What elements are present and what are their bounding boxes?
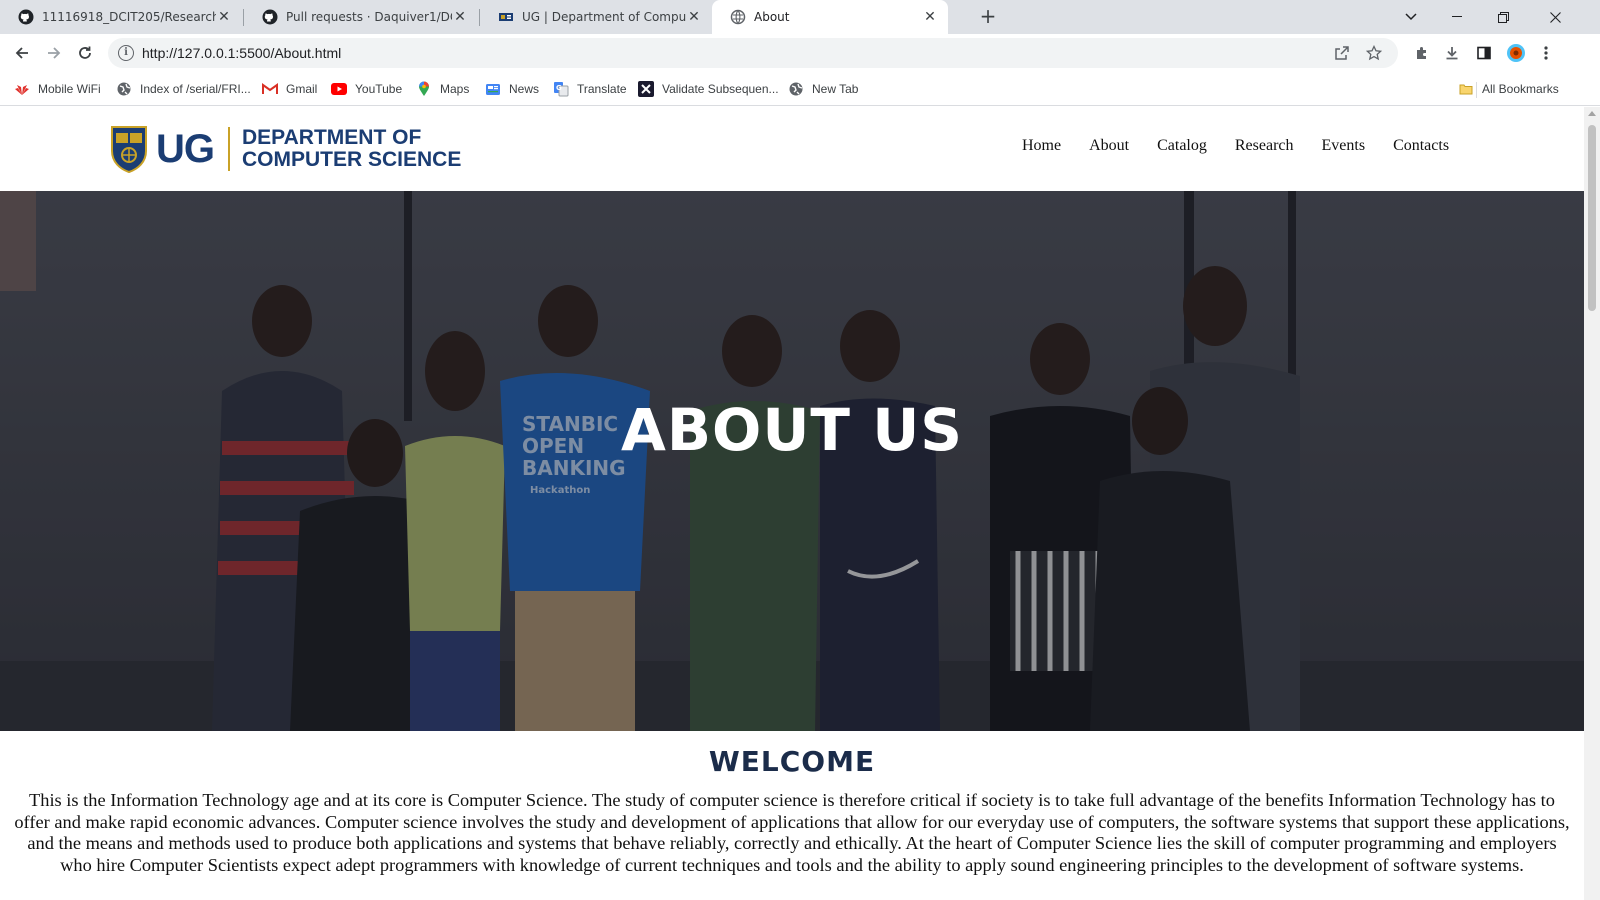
bookmark-gmail[interactable]: Gmail (262, 80, 317, 98)
reload-button[interactable] (71, 39, 99, 67)
tab-title: 11116918_DCIT205/Research.css (42, 10, 216, 24)
bookmark-translate[interactable]: G Translate (553, 80, 627, 98)
gmail-icon (262, 81, 278, 97)
translate-icon: G (553, 81, 569, 97)
ug-crest-icon (111, 126, 147, 173)
all-bookmarks-folder[interactable]: All Bookmarks (1458, 80, 1559, 98)
minimize-button[interactable] (1434, 0, 1480, 34)
huawei-icon (14, 81, 30, 97)
bookmark-index-serial[interactable]: Index of /serial/FRI... (116, 80, 251, 98)
url-text[interactable]: http://127.0.0.1:5500/About.html (142, 45, 341, 61)
new-tab-button[interactable]: + (976, 5, 1000, 29)
main-nav: Home About Catalog Research Events Conta… (994, 137, 1449, 155)
github-icon (262, 9, 278, 25)
site-logo[interactable]: UG DEPARTMENT OF COMPUTER SCIENCE (110, 123, 461, 175)
bookmark-maps[interactable]: Maps (416, 80, 469, 98)
tab-title: UG | Department of Computer Science (522, 10, 686, 24)
browser-tab-about[interactable]: About ✕ (712, 0, 948, 34)
close-icon[interactable]: ✕ (216, 9, 232, 25)
logo-dept-line2: COMPUTER SCIENCE (242, 148, 462, 171)
page-scrollbar[interactable] (1584, 107, 1600, 900)
side-panel-icon[interactable] (1474, 43, 1494, 63)
bookmark-new-tab[interactable]: New Tab (788, 80, 858, 98)
browser-tab-strip: 11116918_DCIT205/Research.css ✕ Pull req… (0, 0, 1600, 34)
intro-paragraph: This is the Information Technology age a… (14, 790, 1570, 875)
scroll-up-arrow-icon[interactable] (1588, 111, 1596, 116)
bookmark-validate-subsequence[interactable]: Validate Subsequen... (638, 80, 779, 98)
extensions-puzzle-icon[interactable] (1412, 43, 1432, 63)
bookmark-star-icon[interactable] (1365, 44, 1383, 61)
youtube-icon (331, 81, 347, 97)
browser-toolbar: i http://127.0.0.1:5500/About.html (0, 34, 1600, 72)
browser-tab-research-css[interactable]: 11116918_DCIT205/Research.css ✕ (0, 0, 242, 34)
globe-icon (730, 9, 746, 25)
bookmark-news[interactable]: News (485, 80, 539, 98)
globe-icon (116, 81, 132, 97)
logo-divider (228, 127, 230, 171)
back-button[interactable] (8, 39, 36, 67)
folder-icon (1458, 81, 1474, 97)
hero-title: ABOUT US (620, 396, 964, 464)
hero-banner: STANBIC OPEN BANKING Hackathon ABOUT US (0, 191, 1584, 731)
close-icon[interactable]: ✕ (686, 9, 702, 25)
news-icon (485, 81, 501, 97)
site-header: UG DEPARTMENT OF COMPUTER SCIENCE Home A… (0, 107, 1584, 191)
nav-home[interactable]: Home (1022, 137, 1061, 155)
nav-events[interactable]: Events (1322, 137, 1366, 155)
profile-avatar-icon[interactable] (1506, 43, 1526, 63)
nav-catalog[interactable]: Catalog (1157, 137, 1207, 155)
downloads-icon[interactable] (1442, 43, 1462, 63)
close-icon[interactable]: ✕ (452, 9, 468, 25)
welcome-heading: WELCOME (708, 745, 876, 778)
bookmarks-bar: Mobile WiFi Index of /serial/FRI... Gmai… (0, 72, 1600, 106)
browser-menu-icon[interactable] (1536, 43, 1556, 63)
logo-department-name: DEPARTMENT OF COMPUTER SCIENCE (242, 127, 461, 171)
tab-title: About (754, 10, 790, 24)
address-bar[interactable]: i http://127.0.0.1:5500/About.html (108, 38, 1398, 68)
bookmark-mobile-wifi[interactable]: Mobile WiFi (14, 80, 101, 98)
logo-dept-line1: DEPARTMENT OF (242, 126, 422, 149)
forward-button[interactable] (40, 39, 68, 67)
ug-favicon-icon (498, 9, 514, 25)
close-window-button[interactable] (1532, 0, 1578, 34)
bookmark-youtube[interactable]: YouTube (331, 80, 402, 98)
close-icon[interactable]: ✕ (922, 9, 938, 25)
leetcode-icon (638, 81, 654, 97)
nav-contacts[interactable]: Contacts (1393, 137, 1449, 155)
nav-research[interactable]: Research (1235, 137, 1294, 155)
share-icon[interactable] (1334, 45, 1350, 61)
nav-about[interactable]: About (1089, 137, 1129, 155)
page-viewport: UG DEPARTMENT OF COMPUTER SCIENCE Home A… (0, 107, 1584, 900)
globe-icon (788, 81, 804, 97)
logo-ug-text: UG (156, 126, 215, 171)
site-info-icon[interactable]: i (118, 45, 134, 61)
restore-button[interactable] (1480, 0, 1526, 34)
github-icon (18, 9, 34, 25)
scrollbar-thumb[interactable] (1588, 125, 1596, 311)
tab-search-chevron-down-icon[interactable] (1388, 0, 1434, 34)
maps-pin-icon (416, 81, 432, 97)
browser-tab-ug-department[interactable]: UG | Department of Computer Science ✕ (480, 0, 712, 34)
svg-text:G: G (556, 84, 562, 92)
tab-title: Pull requests · Daquiver1/DCIT_205 (286, 10, 452, 24)
browser-tab-pull-requests[interactable]: Pull requests · Daquiver1/DCIT_205 ✕ (244, 0, 478, 34)
